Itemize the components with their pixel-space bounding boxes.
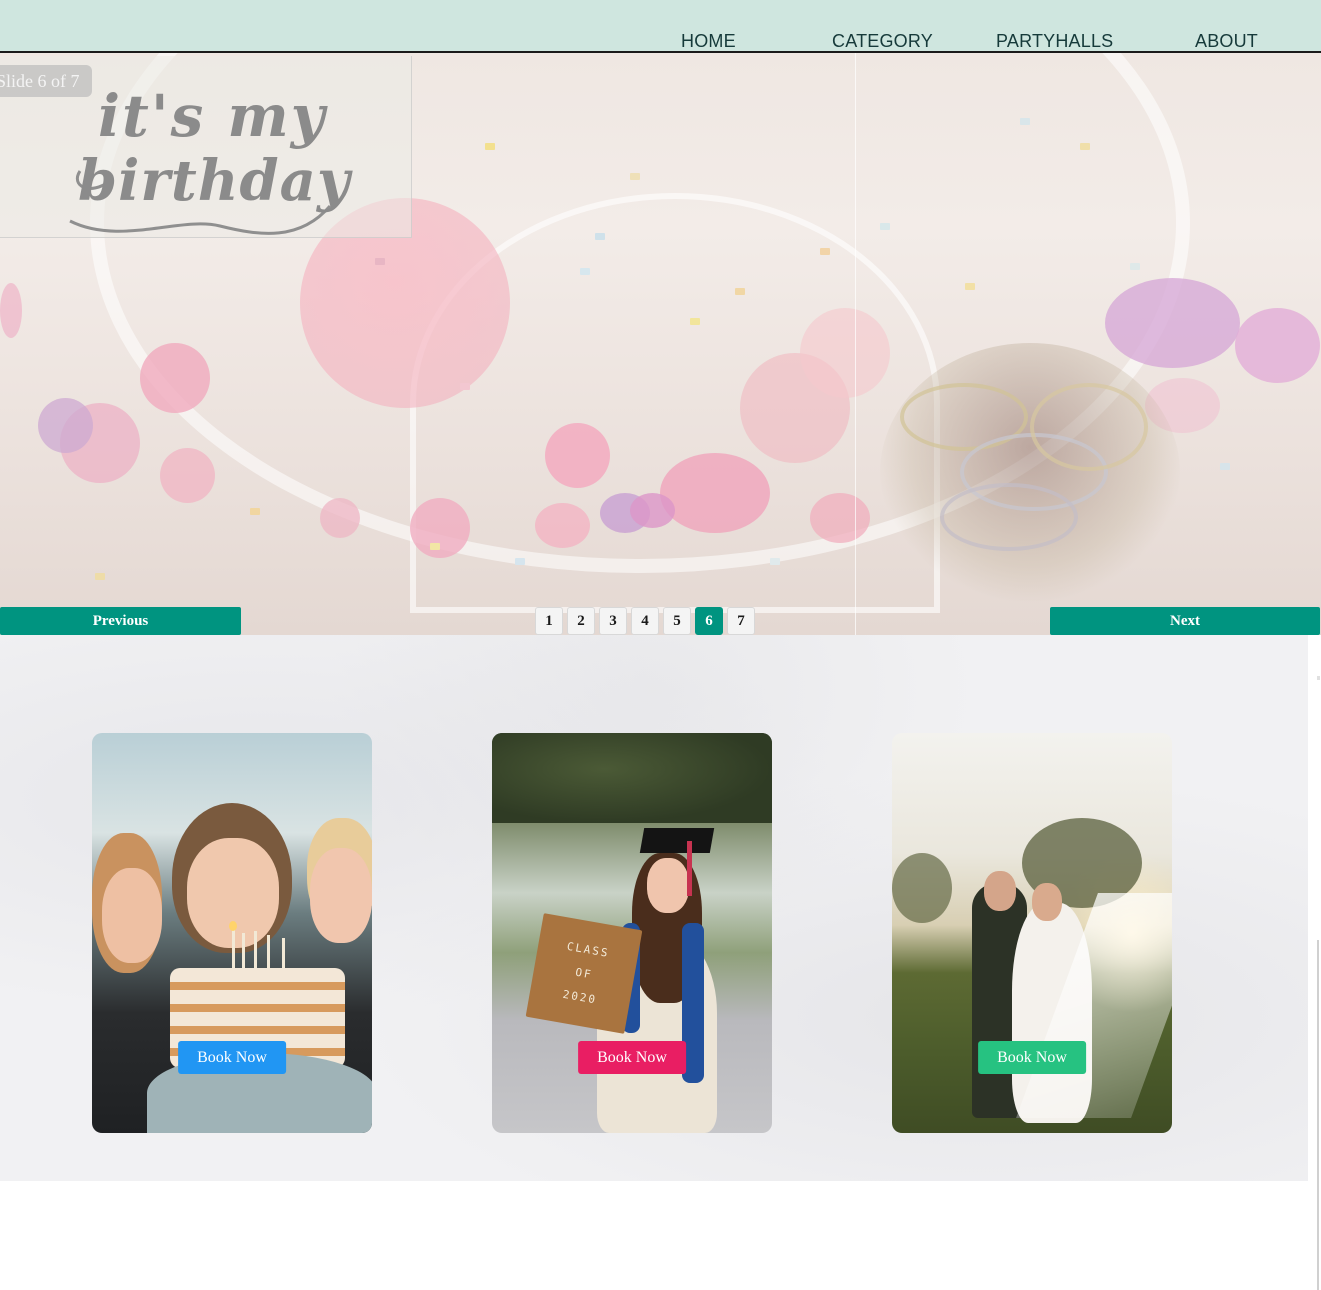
confetti (965, 283, 975, 290)
birthday-card[interactable]: Book Now (92, 733, 372, 1133)
book-now-birthday-button[interactable]: Book Now (178, 1041, 286, 1074)
page-dot-3[interactable]: 3 (599, 607, 627, 635)
lantern-decoration (630, 493, 675, 528)
confetti (580, 268, 590, 275)
confetti (690, 318, 700, 325)
nav-home-link[interactable]: HOME (681, 31, 736, 52)
confetti (1020, 118, 1030, 125)
confetti (460, 383, 470, 390)
page-dot-5[interactable]: 5 (663, 607, 691, 635)
confetti (1080, 143, 1090, 150)
confetti (880, 223, 890, 230)
logo-line-2: birthday (78, 148, 351, 214)
confetti (630, 173, 640, 180)
page-dot-6[interactable]: 6 (695, 607, 723, 635)
confetti (1220, 463, 1230, 470)
confetti (735, 288, 745, 295)
lantern-decoration (38, 398, 93, 453)
confetti (595, 233, 605, 240)
lantern-decoration (545, 423, 610, 488)
nav-category-link[interactable]: CATEGORY (832, 31, 933, 52)
confetti (430, 543, 440, 550)
hero-slideshow: it's my birthday Slide 6 of 7 Previous N… (0, 53, 1321, 635)
confetti (770, 558, 780, 565)
logo-line-1: it's my (98, 82, 327, 150)
confetti (250, 508, 260, 515)
graduation-card[interactable]: CLASS OF 2020 Book Now (492, 733, 772, 1133)
page-dot-7[interactable]: 7 (727, 607, 755, 635)
confetti (515, 558, 525, 565)
lantern-decoration (1235, 308, 1320, 383)
lantern-decoration (660, 453, 770, 533)
ribbon-swirl (1030, 383, 1148, 471)
page-dot-4[interactable]: 4 (631, 607, 659, 635)
sign-line-year: 2020 (561, 987, 598, 1007)
confetti (1130, 263, 1140, 270)
lantern-decoration (140, 343, 210, 413)
confetti (820, 248, 830, 255)
book-now-wedding-button[interactable]: Book Now (978, 1041, 1086, 1074)
page: HOME CATEGORY PARTYHALLS ABOUT it's my b… (0, 0, 1321, 1290)
previous-slide-button[interactable]: Previous (0, 607, 241, 635)
lantern-decoration (535, 503, 590, 548)
lantern-decoration (810, 493, 870, 543)
book-now-graduation-button[interactable]: Book Now (578, 1041, 686, 1074)
lantern-decoration (410, 498, 470, 558)
scrollbar-thumb[interactable] (1317, 940, 1319, 1290)
lantern-decoration (1105, 278, 1240, 368)
nav-about-link[interactable]: ABOUT (1195, 31, 1258, 52)
confetti (375, 258, 385, 265)
nav-partyhalls-link[interactable]: PARTYHALLS (996, 31, 1113, 52)
next-slide-button[interactable]: Next (1050, 607, 1320, 635)
ribbon-swirl (940, 483, 1078, 551)
header-bar: HOME CATEGORY PARTYHALLS ABOUT (0, 0, 1321, 53)
confetti (485, 143, 495, 150)
sign-line-of: OF (574, 965, 594, 982)
lantern-decoration (320, 498, 360, 538)
event-cards-section: Book Now CLASS OF 2020 Book Now Book Now (0, 635, 1308, 1181)
page-dot-2[interactable]: 2 (567, 607, 595, 635)
lantern-decoration (160, 448, 215, 503)
confetti (95, 573, 105, 580)
wedding-card[interactable]: Book Now (892, 733, 1172, 1133)
slide-seam (855, 53, 856, 635)
slide-counter: Slide 6 of 7 (0, 65, 92, 97)
lantern-decoration (0, 283, 22, 338)
lantern-decoration (800, 308, 890, 398)
scrollbar-track-mark (1317, 676, 1320, 680)
page-dot-1[interactable]: 1 (535, 607, 563, 635)
